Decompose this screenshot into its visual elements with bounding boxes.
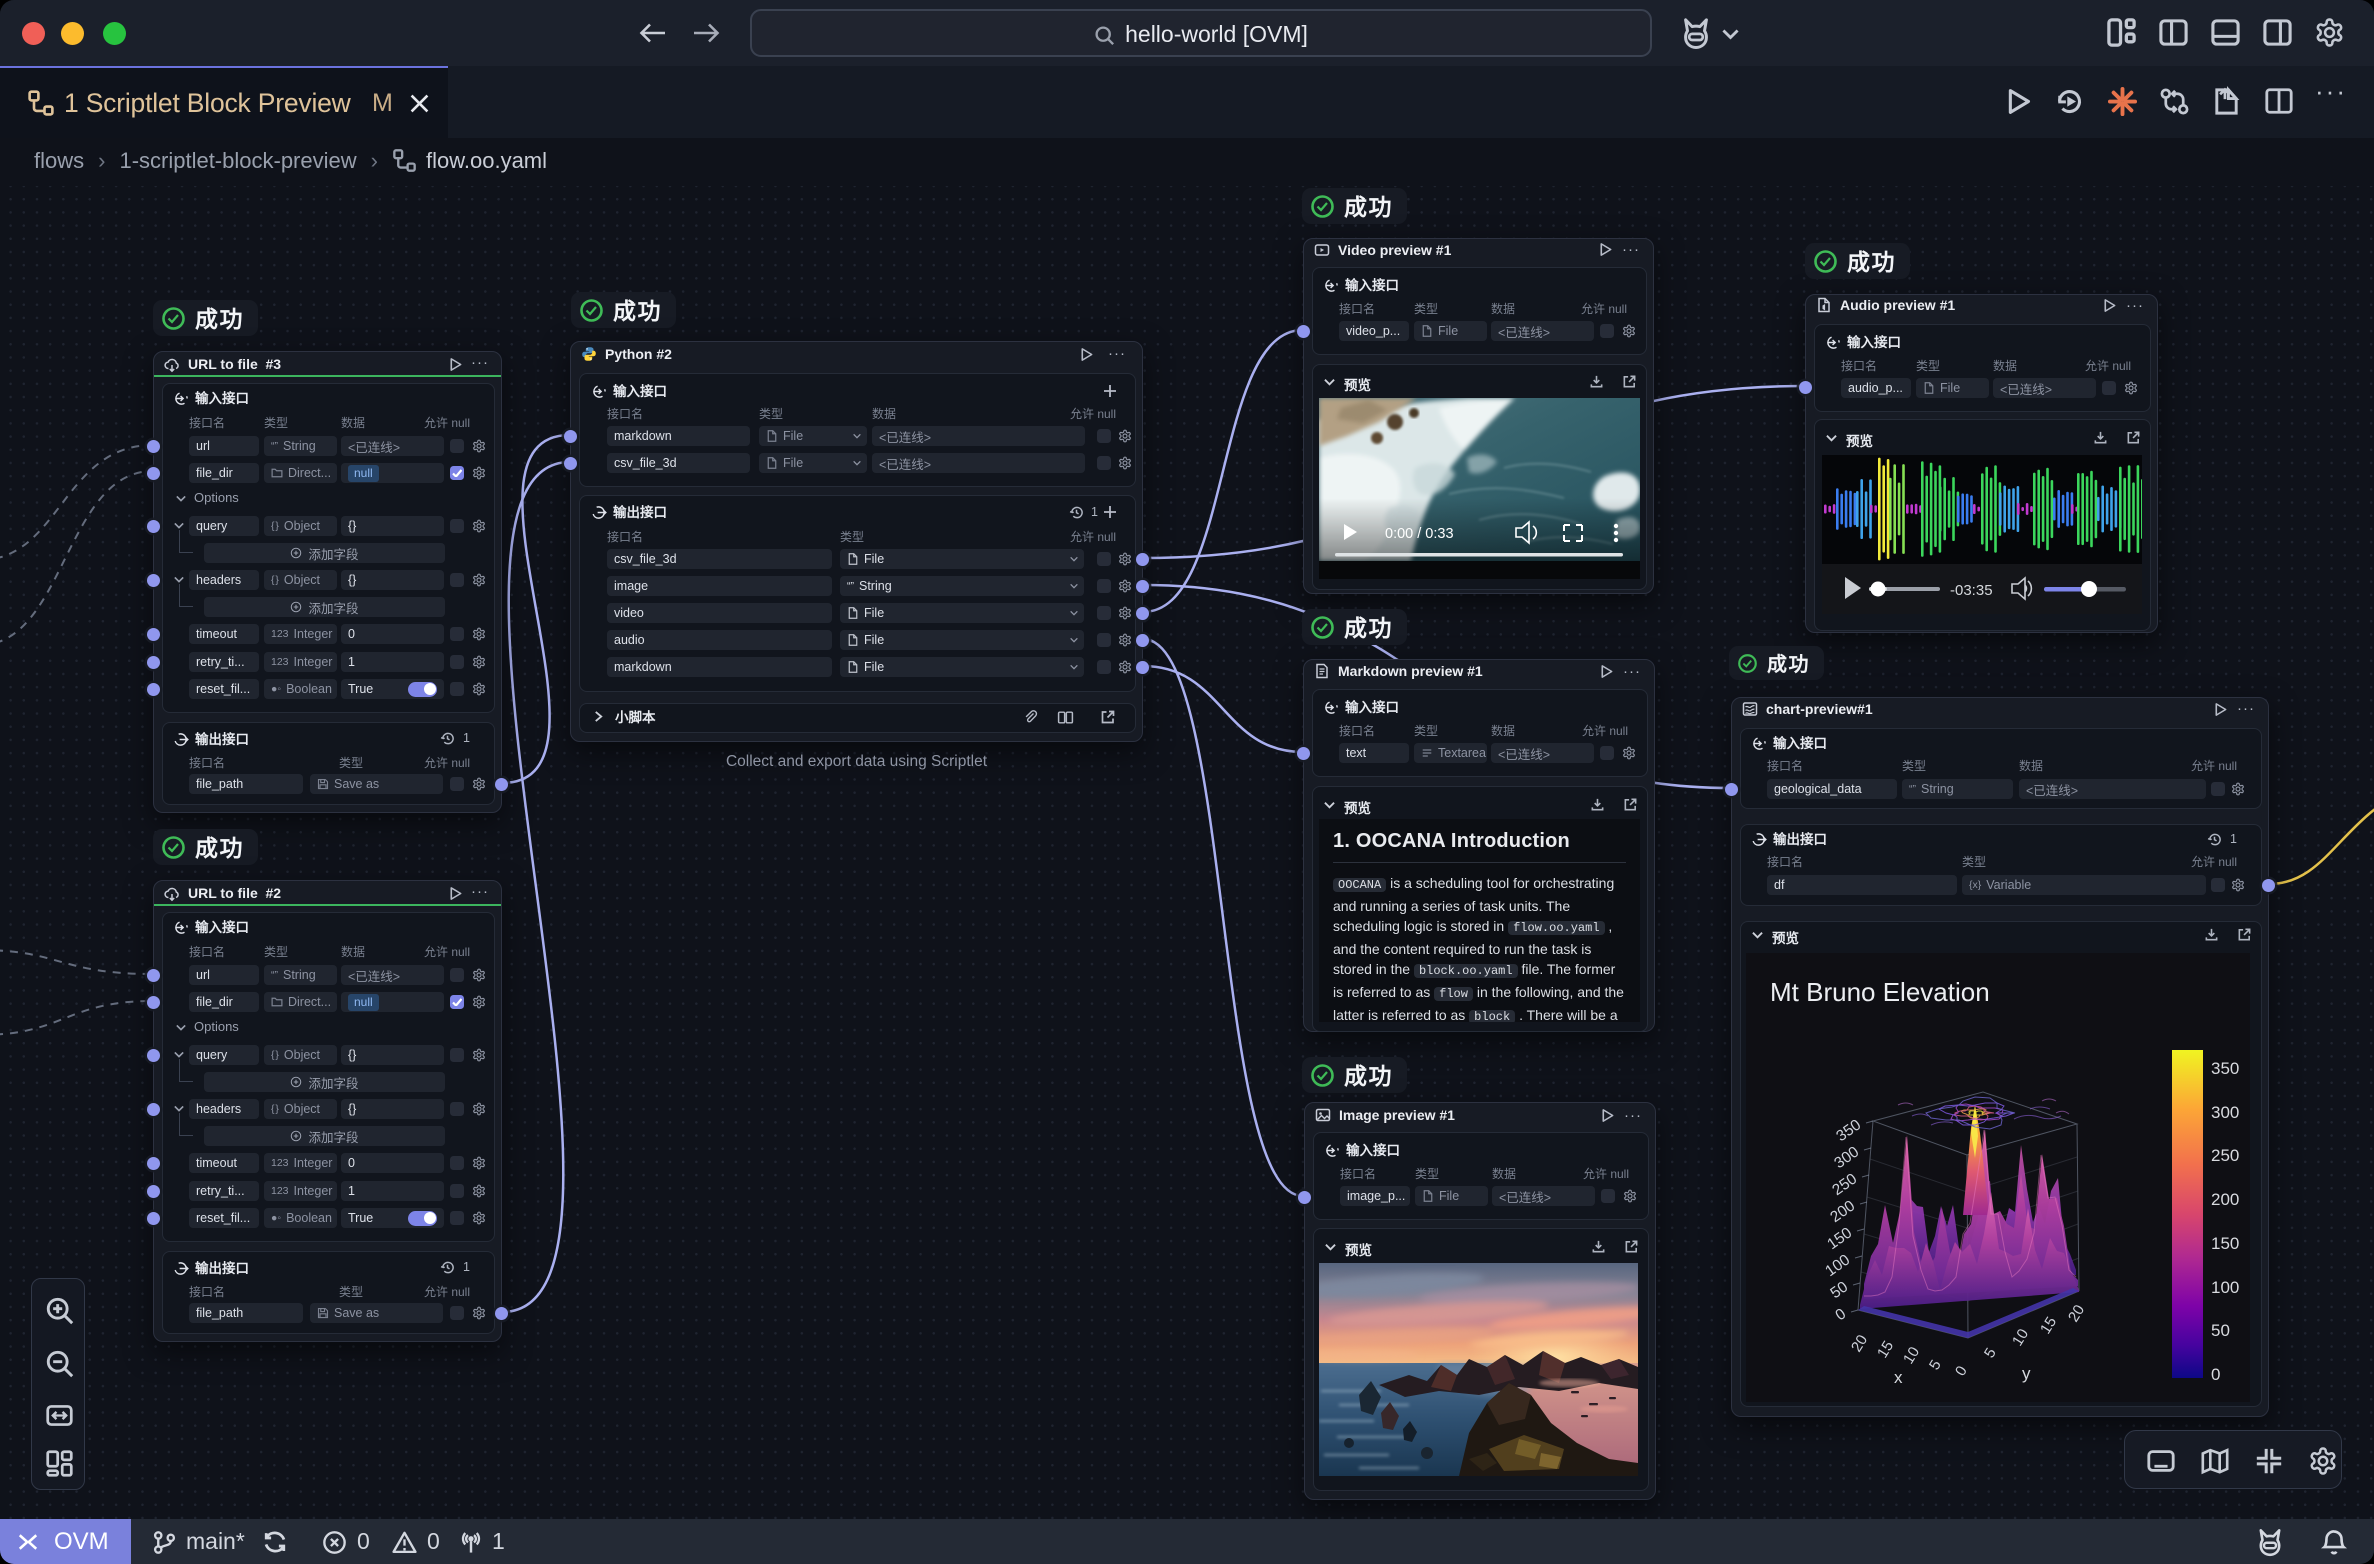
svg-text:100: 100 — [2211, 1278, 2239, 1297]
svg-text:150: 150 — [2211, 1234, 2239, 1253]
svg-text:15: 15 — [1874, 1338, 1897, 1361]
svg-text:5: 5 — [1981, 1345, 2000, 1361]
svg-text:20: 20 — [1848, 1332, 1871, 1355]
svg-text:250: 250 — [2211, 1146, 2239, 1165]
svg-text:0: 0 — [1832, 1305, 1849, 1324]
svg-text:0:00 / 0:33: 0:00 / 0:33 — [1385, 526, 1454, 542]
svg-text:350: 350 — [1833, 1116, 1864, 1145]
svg-text:10: 10 — [2009, 1326, 2032, 1349]
svg-text:15: 15 — [2037, 1314, 2060, 1337]
svg-text:0: 0 — [2211, 1365, 2220, 1384]
svg-text:20: 20 — [2065, 1302, 2088, 1325]
svg-text:50: 50 — [1827, 1278, 1851, 1302]
svg-text:150: 150 — [1824, 1224, 1855, 1253]
svg-text:350: 350 — [2211, 1059, 2239, 1078]
svg-text:200: 200 — [1827, 1197, 1858, 1226]
svg-text:300: 300 — [1831, 1143, 1862, 1172]
svg-text:250: 250 — [1829, 1170, 1860, 1199]
svg-text:0: 0 — [1952, 1363, 1971, 1379]
svg-text:200: 200 — [2211, 1190, 2239, 1209]
svg-text:5: 5 — [1926, 1357, 1945, 1373]
svg-text:-03:35: -03:35 — [1950, 582, 1993, 599]
svg-text:x: x — [1894, 1368, 1903, 1387]
svg-text:50: 50 — [2211, 1321, 2230, 1340]
svg-text:y: y — [2022, 1364, 2031, 1383]
svg-text:300: 300 — [2211, 1103, 2239, 1122]
svg-text:100: 100 — [1822, 1251, 1853, 1280]
svg-text:10: 10 — [1900, 1344, 1923, 1367]
svg-text:Mt Bruno Elevation: Mt Bruno Elevation — [1770, 977, 1990, 1007]
